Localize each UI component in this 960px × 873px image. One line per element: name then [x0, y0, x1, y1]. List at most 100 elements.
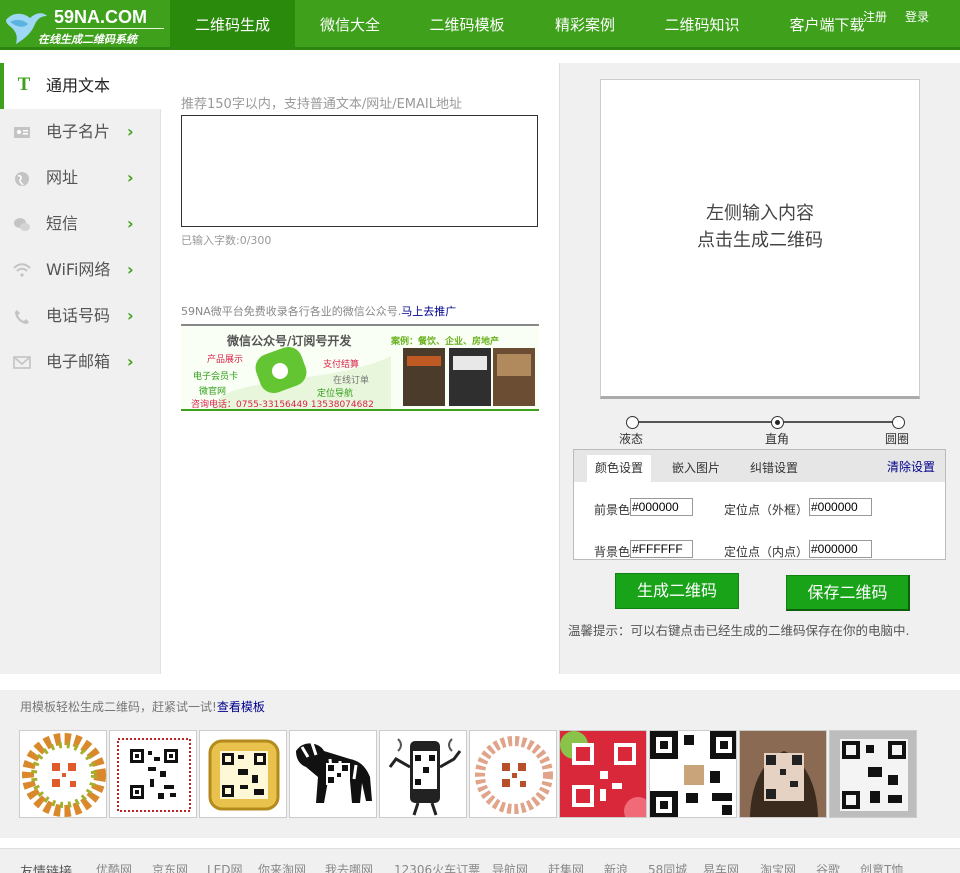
sidebar-item-phone[interactable]: 电话号码 › [0, 293, 161, 339]
char-counter: 已输入字数:0/300 [181, 234, 272, 247]
template-thumb-black-large[interactable] [649, 730, 737, 818]
tab-color-settings[interactable]: 颜色设置 [587, 455, 651, 482]
promo-link[interactable]: 马上去推广 [401, 305, 456, 318]
settings-panel: 颜色设置 嵌入图片 纠错设置 清除设置 前景色 定位点（外框） 背景色 定位点（… [573, 449, 946, 560]
sidebar-item-card[interactable]: 电子名片 › [0, 109, 161, 155]
template-hint: 用模板轻松生成二维码，赶紧试一试!查看模板 [20, 698, 265, 715]
style-slider-track[interactable] [632, 421, 898, 423]
friend-link[interactable]: 导航网 [492, 861, 528, 873]
logo-underline [56, 28, 164, 29]
phone-icon [13, 309, 31, 324]
preview-line-2: 点击生成二维码 [697, 230, 823, 251]
wechat-dev-banner[interactable]: 微信公众号/订阅号开发 案例：餐饮、企业、房地产 产品展示 支付结算 电子会员卡… [181, 324, 539, 411]
friend-link[interactable]: 你来淘网 [258, 861, 306, 873]
finder-inner-label: 定位点（内点） [724, 545, 809, 559]
preview-line-1: 左侧输入内容 [706, 203, 814, 224]
template-thumb-leaves[interactable] [19, 730, 107, 818]
generate-qrcode-button[interactable]: 生成二维码 [615, 573, 739, 609]
promo-text: 59NA微平台免费收录各行各业的微信公众号.马上去推广 [181, 303, 456, 319]
tab-error-correction[interactable]: 纠错设置 [742, 455, 806, 482]
template-thumb-gold[interactable] [199, 730, 287, 818]
banner-feature: 产品展示 [207, 355, 244, 365]
template-thumb-red-flower[interactable] [559, 730, 647, 818]
clear-settings-link[interactable]: 清除设置 [887, 458, 935, 475]
friend-link[interactable]: 京东网 [152, 861, 188, 873]
settings-tabs: 颜色设置 嵌入图片 纠错设置 清除设置 [574, 450, 945, 482]
template-hint-label: 用模板轻松生成二维码，赶紧试一试! [20, 700, 217, 714]
qrcode-preview[interactable]: 左侧输入内容 点击生成二维码 [600, 79, 920, 399]
site-logo[interactable]: 59NA.COM 在线生成二维码系统 [0, 0, 170, 50]
mail-icon [13, 355, 31, 369]
banner-feature: 微官网 [199, 387, 227, 397]
friend-link[interactable]: 谷歌 [816, 861, 840, 873]
banner-case: 案例：餐饮、企业、房地产 [391, 337, 500, 347]
template-thumb-bw-portrait[interactable] [829, 730, 917, 818]
finder-outer-label: 定位点（外框） [724, 503, 809, 517]
sidebar-item-sms[interactable]: 短信 › [0, 201, 161, 247]
save-tip: 温馨提示：可以右键点击已经生成的二维码保存在你的电脑中. [568, 623, 910, 638]
chevron-right-icon: › [127, 260, 134, 279]
register-link[interactable]: 注册 [863, 8, 887, 25]
template-thumb-frame[interactable] [109, 730, 197, 818]
input-hint: 推荐150字以内，支持普通文本/网址/EMAIL地址 [181, 97, 462, 112]
background-color-input[interactable] [630, 540, 693, 558]
text-icon: T [17, 74, 31, 95]
view-templates-link[interactable]: 查看模板 [217, 700, 265, 714]
finder-outer-color-input[interactable] [809, 498, 872, 516]
nav-client-download[interactable]: 客户端下载 [780, 0, 874, 50]
banner-title: 微信公众号/订阅号开发 [227, 334, 352, 348]
sidebar-item-email[interactable]: 电子邮箱 › [0, 339, 161, 385]
promo-label: 59NA微平台免费收录各行各业的微信公众号. [181, 305, 402, 318]
style-knob-circle[interactable] [892, 416, 905, 429]
style-knob-square[interactable] [771, 416, 784, 429]
banner-feature: 支付结算 [323, 360, 360, 370]
template-thumb-zebra[interactable] [289, 730, 377, 818]
style-label-square: 直角 [765, 432, 790, 446]
sidebar-item-label: 电子邮箱 [46, 352, 111, 371]
style-label-liquid: 液态 [619, 432, 644, 446]
chevron-right-icon: › [127, 214, 134, 233]
friend-link[interactable]: 12306火车订票 [394, 861, 480, 873]
logo-tagline: 在线生成二维码系统 [38, 33, 137, 46]
sidebar-item-url[interactable]: 网址 › [0, 155, 161, 201]
content-textarea[interactable] [181, 115, 538, 227]
sidebar-item-label: 短信 [46, 214, 79, 233]
chevron-right-icon: › [127, 306, 134, 325]
save-qrcode-button[interactable]: 保存二维码 [786, 575, 910, 611]
foreground-color-input[interactable] [630, 498, 693, 516]
nav-cases[interactable]: 精彩案例 [545, 0, 625, 50]
friend-link[interactable]: 58同城 [648, 861, 687, 873]
chevron-right-icon: › [127, 122, 134, 141]
sidebar-item-label: 电话号码 [46, 306, 111, 325]
friend-links-bar: 友情链接 优酷网 京东网 LED网 你来淘网 我去哪网 12306火车订票 导航… [0, 848, 960, 873]
friend-link[interactable]: 淘宝网 [760, 861, 796, 873]
card-icon [13, 125, 31, 139]
banner-feature: 在线订单 [333, 376, 370, 386]
finder-inner-color-input[interactable] [809, 540, 872, 558]
template-thumb-phone-character[interactable] [379, 730, 467, 818]
friend-link[interactable]: 易车网 [703, 861, 739, 873]
background-label: 背景色 [594, 545, 631, 559]
friend-link[interactable]: 赶集网 [548, 861, 584, 873]
wifi-icon [13, 263, 31, 277]
top-header: 59NA.COM 在线生成二维码系统 二维码生成 微信大全 二维码模板 精彩案例… [0, 0, 960, 50]
friend-link[interactable]: 创意T恤 [860, 861, 903, 873]
friend-link[interactable]: LED网 [207, 861, 243, 873]
sidebar-item-text[interactable]: T 通用文本 [0, 63, 161, 109]
nav-wechat[interactable]: 微信大全 [306, 0, 394, 50]
template-thumb-portrait[interactable] [739, 730, 827, 818]
style-knob-liquid[interactable] [626, 416, 639, 429]
sidebar-item-wifi[interactable]: WiFi网络 › [0, 247, 161, 293]
tab-embed-image[interactable]: 嵌入图片 [664, 455, 728, 482]
friend-link[interactable]: 优酷网 [96, 861, 132, 873]
chevron-right-icon: › [127, 168, 134, 187]
friend-link[interactable]: 新浪 [604, 861, 628, 873]
sidebar-item-label: WiFi网络 [46, 260, 111, 279]
nav-knowledge[interactable]: 二维码知识 [655, 0, 749, 50]
login-link[interactable]: 登录 [905, 8, 929, 25]
template-thumb-orange-dots[interactable] [469, 730, 557, 818]
globe-icon [13, 171, 31, 186]
nav-templates[interactable]: 二维码模板 [420, 0, 514, 50]
friend-link[interactable]: 我去哪网 [325, 861, 373, 873]
nav-qrcode-generate[interactable]: 二维码生成 [170, 0, 295, 50]
